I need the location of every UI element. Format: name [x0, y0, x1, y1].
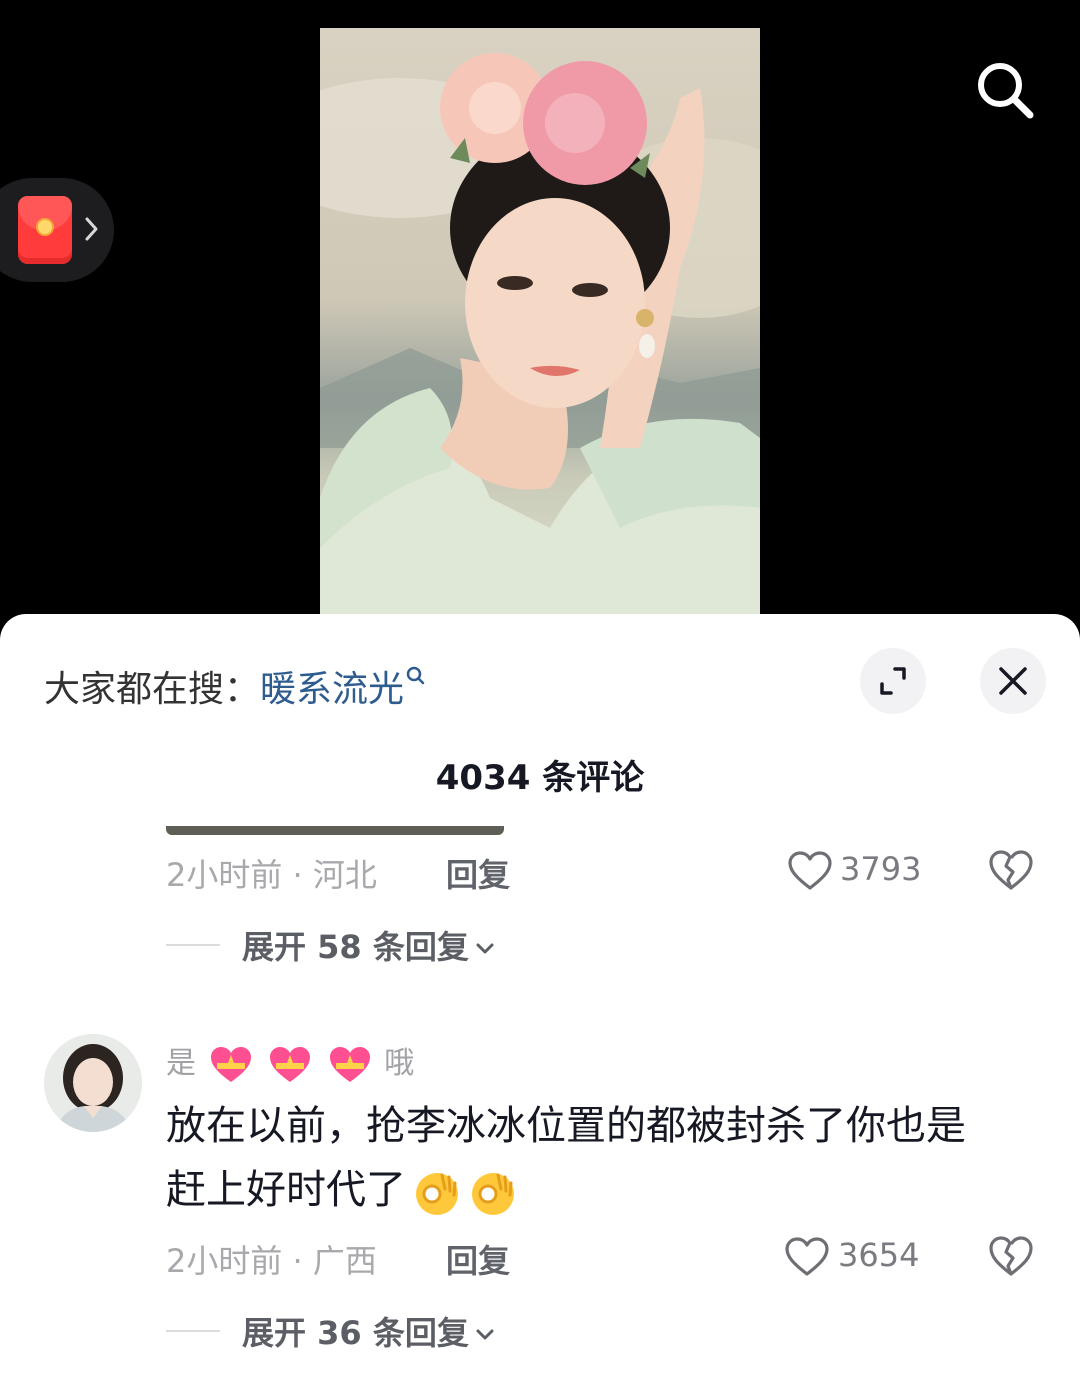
comment-meta: 2小时前 · 广西	[166, 1242, 377, 1280]
comment-image-edge[interactable]	[166, 826, 504, 835]
sparkling-heart-emoji-icon	[270, 1046, 311, 1082]
username-start: 是	[166, 1046, 196, 1081]
comment-username[interactable]: 是 哦	[166, 1038, 414, 1085]
like-count: 3793	[840, 850, 922, 888]
comment-count-title: 4034 条评论	[435, 758, 645, 798]
portrait-illustration	[320, 53, 760, 628]
comment-text-line-2: 赶上好时代了	[166, 1158, 1016, 1222]
close-icon	[999, 667, 1027, 695]
red-packet-icon[interactable]	[18, 196, 72, 264]
like-icon[interactable]	[787, 850, 833, 892]
post-photo[interactable]	[320, 28, 760, 628]
chevron-right-icon	[85, 217, 98, 241]
hot-search-bar[interactable]: 大家都在搜：暖系流光	[44, 660, 426, 712]
divider-line	[166, 1330, 220, 1332]
ok-hand-emoji-icon	[472, 1173, 514, 1215]
expand-replies-button[interactable]: 展开 58 条回复	[242, 922, 497, 968]
expand-icon	[880, 667, 906, 695]
expand-button[interactable]	[860, 648, 926, 714]
expand-replies-label: 展开 36 条回复	[242, 1314, 469, 1352]
like-icon[interactable]	[784, 1236, 830, 1278]
comment-text-line: 放在以前，抢李冰冰位置的都被封杀了你也是	[166, 1103, 966, 1149]
chevron-down-icon	[476, 1329, 494, 1340]
dislike-icon[interactable]	[988, 848, 1034, 892]
username-end: 哦	[384, 1046, 415, 1081]
dislike-icon[interactable]	[988, 1234, 1034, 1278]
reply-button[interactable]: 回复	[446, 1236, 510, 1282]
like-count: 3654	[838, 1236, 920, 1274]
hot-search-keyword[interactable]: 暖系流光	[260, 669, 404, 710]
sparkling-heart-emoji-icon	[210, 1046, 251, 1082]
reply-button[interactable]: 回复	[446, 850, 510, 896]
comment-text-line: 赶上好时代了	[166, 1167, 406, 1213]
keyword-search-icon	[406, 666, 425, 685]
divider-line	[166, 944, 220, 946]
search-icon[interactable]	[970, 55, 1038, 123]
comment-sheet: 大家都在搜：暖系流光 4034 条评论 2小时前 · 河北 回复 3793 展开…	[0, 614, 1080, 1398]
sparkling-heart-emoji-icon	[329, 1046, 370, 1082]
comment-text: 放在以前，抢李冰冰位置的都被封杀了你也是 赶上好时代了	[166, 1094, 1016, 1222]
avatar-image	[44, 1034, 142, 1132]
video-area[interactable]	[0, 0, 1080, 640]
close-button[interactable]	[980, 648, 1046, 714]
comment-meta: 2小时前 · 河北	[166, 856, 377, 894]
hot-search-prefix: 大家都在搜：	[44, 669, 261, 710]
expand-replies-button[interactable]: 展开 36 条回复	[242, 1308, 497, 1354]
chevron-down-icon	[476, 943, 494, 954]
expand-replies-label: 展开 58 条回复	[242, 928, 469, 966]
avatar[interactable]	[44, 1034, 142, 1132]
ok-hand-emoji-icon	[416, 1173, 458, 1215]
